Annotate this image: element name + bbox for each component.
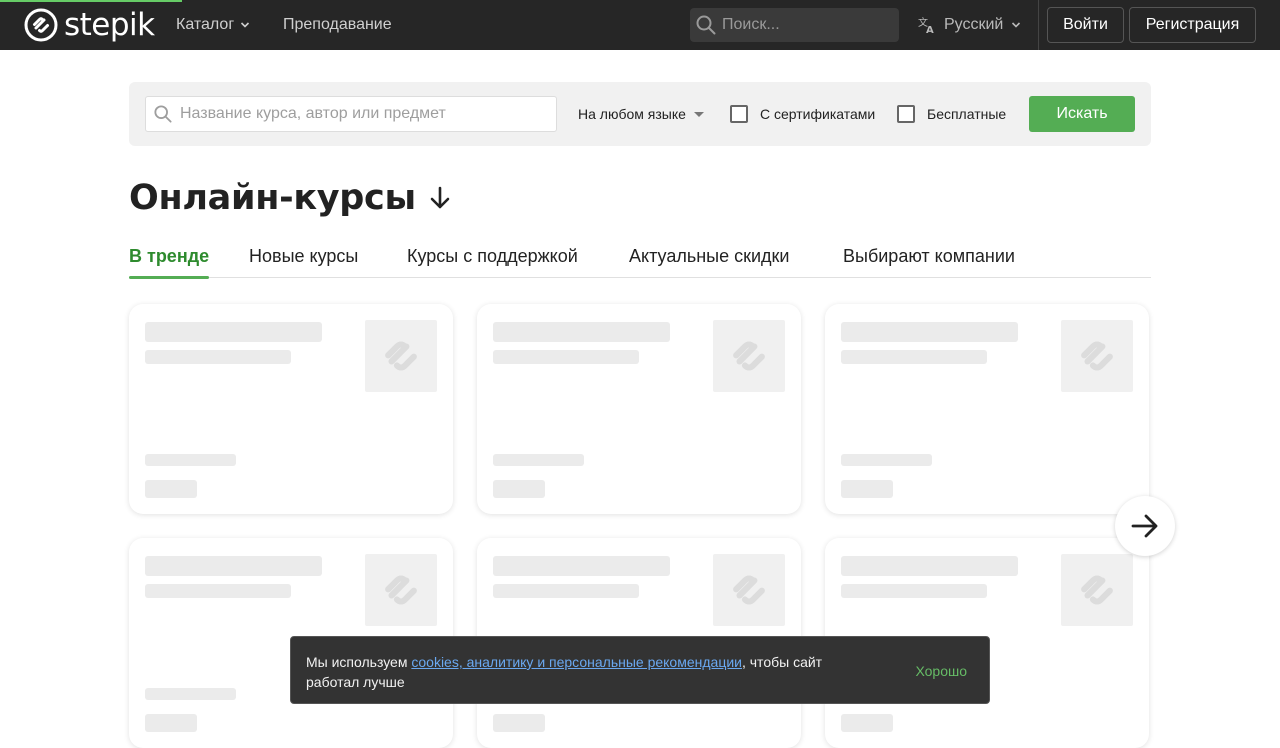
nav-teaching-label: Преподавание xyxy=(283,16,392,33)
skeleton-price-line xyxy=(145,714,197,732)
stepik-placeholder-icon xyxy=(385,575,417,605)
language-label: Русский xyxy=(944,16,1004,33)
skeleton-subtitle-line xyxy=(493,584,639,598)
arrow-right-icon xyxy=(1131,514,1158,538)
course-thumbnail-placeholder xyxy=(365,554,437,626)
course-thumbnail-placeholder xyxy=(713,554,785,626)
stepik-logo[interactable]: stepik xyxy=(24,7,155,43)
search-submit-button[interactable]: Искать xyxy=(1029,96,1135,132)
chevron-down-icon xyxy=(241,22,250,28)
skeleton-price-line xyxy=(145,480,197,498)
course-card-skeleton[interactable] xyxy=(825,304,1149,514)
stepik-logo-icon xyxy=(24,8,58,42)
skeleton-subtitle-line xyxy=(493,350,639,364)
checkbox-box[interactable] xyxy=(730,105,748,123)
chevron-down-icon xyxy=(1012,22,1021,28)
tab-new-courses[interactable]: Новые курсы xyxy=(249,240,358,278)
cookie-text-before: Мы используем xyxy=(306,654,412,670)
cookie-message: Мы используем cookies, аналитику и персо… xyxy=(306,652,866,692)
tab-supported-courses[interactable]: Курсы с поддержкой xyxy=(407,240,578,278)
skeleton-title-line xyxy=(145,322,322,342)
caret-down-icon xyxy=(693,111,704,117)
course-card-skeleton[interactable] xyxy=(129,304,453,514)
course-search-field[interactable] xyxy=(145,96,557,132)
cookie-policy-link[interactable]: cookies, аналитику и персональные рекоме… xyxy=(411,654,742,670)
search-icon xyxy=(696,15,716,35)
cookie-banner: Мы используем cookies, аналитику и персо… xyxy=(290,636,990,704)
skeleton-meta-line xyxy=(493,454,584,466)
certificates-checkbox[interactable]: С сертификатами xyxy=(730,82,875,146)
skeleton-meta-line xyxy=(145,454,236,466)
checkbox-box[interactable] xyxy=(897,105,915,123)
language-filter-label: На любом языке xyxy=(578,106,686,122)
course-card-skeleton[interactable] xyxy=(477,304,801,514)
header-divider xyxy=(1038,0,1039,50)
header-search[interactable] xyxy=(690,8,899,42)
skeleton-meta-line xyxy=(145,688,236,700)
skeleton-title-line xyxy=(841,322,1018,342)
free-label: Бесплатные xyxy=(927,106,1007,122)
certificates-label: С сертификатами xyxy=(760,106,876,122)
search-icon xyxy=(154,105,172,123)
stepik-placeholder-icon xyxy=(1081,341,1113,371)
skeleton-price-line xyxy=(841,714,893,732)
stepik-placeholder-icon xyxy=(1081,575,1113,605)
nav-teaching[interactable]: Преподавание xyxy=(283,0,392,50)
login-button[interactable]: Войти xyxy=(1047,7,1124,43)
page-title: Онлайн-курсы xyxy=(129,178,452,218)
skeleton-subtitle-line xyxy=(145,350,291,364)
stepik-placeholder-icon xyxy=(733,575,765,605)
translate-icon: 文 A xyxy=(918,16,934,34)
logo-text: stepik xyxy=(64,7,155,43)
skeleton-subtitle-line xyxy=(841,350,987,364)
skeleton-title-line xyxy=(841,556,1018,576)
course-thumbnail-placeholder xyxy=(1061,554,1133,626)
skeleton-meta-line xyxy=(841,454,932,466)
header-search-input[interactable] xyxy=(722,16,882,34)
skeleton-title-line xyxy=(493,556,670,576)
tab-trending[interactable]: В тренде xyxy=(129,240,210,279)
skeleton-price-line xyxy=(493,714,545,732)
course-thumbnail-placeholder xyxy=(713,320,785,392)
nav-catalog[interactable]: Каталог xyxy=(176,0,250,50)
skeleton-price-line xyxy=(841,480,893,498)
course-thumbnail-placeholder xyxy=(1061,320,1133,392)
cookie-accept-button[interactable]: Хорошо xyxy=(915,637,967,705)
page-loading-bar xyxy=(0,0,182,2)
register-button[interactable]: Регистрация xyxy=(1129,7,1256,43)
arrow-down-icon[interactable] xyxy=(428,185,452,211)
course-search-input[interactable] xyxy=(180,105,550,123)
course-filter-panel: На любом языке С сертификатами Бесплатны… xyxy=(129,82,1151,146)
stepik-placeholder-icon xyxy=(733,341,765,371)
svg-text:A: A xyxy=(926,25,934,34)
course-tabs: В тренде Новые курсы Курсы с поддержкой … xyxy=(129,240,1151,279)
language-selector[interactable]: 文 A Русский xyxy=(918,0,1021,50)
nav-catalog-label: Каталог xyxy=(176,16,235,33)
language-filter-select[interactable]: На любом языке xyxy=(578,82,704,146)
carousel-next-button[interactable] xyxy=(1115,496,1175,556)
skeleton-subtitle-line xyxy=(145,584,291,598)
skeleton-price-line xyxy=(493,480,545,498)
tab-discounts[interactable]: Актуальные скидки xyxy=(629,240,789,278)
top-navbar: stepik Каталог Преподавание 文 A Русский … xyxy=(0,0,1280,50)
course-thumbnail-placeholder xyxy=(365,320,437,392)
skeleton-subtitle-line xyxy=(841,584,987,598)
skeleton-title-line xyxy=(493,322,670,342)
free-checkbox[interactable]: Бесплатные xyxy=(897,82,1006,146)
page-title-text: Онлайн-курсы xyxy=(129,178,416,218)
tab-company-choice[interactable]: Выбирают компании xyxy=(843,240,1015,278)
stepik-placeholder-icon xyxy=(385,341,417,371)
skeleton-title-line xyxy=(145,556,322,576)
